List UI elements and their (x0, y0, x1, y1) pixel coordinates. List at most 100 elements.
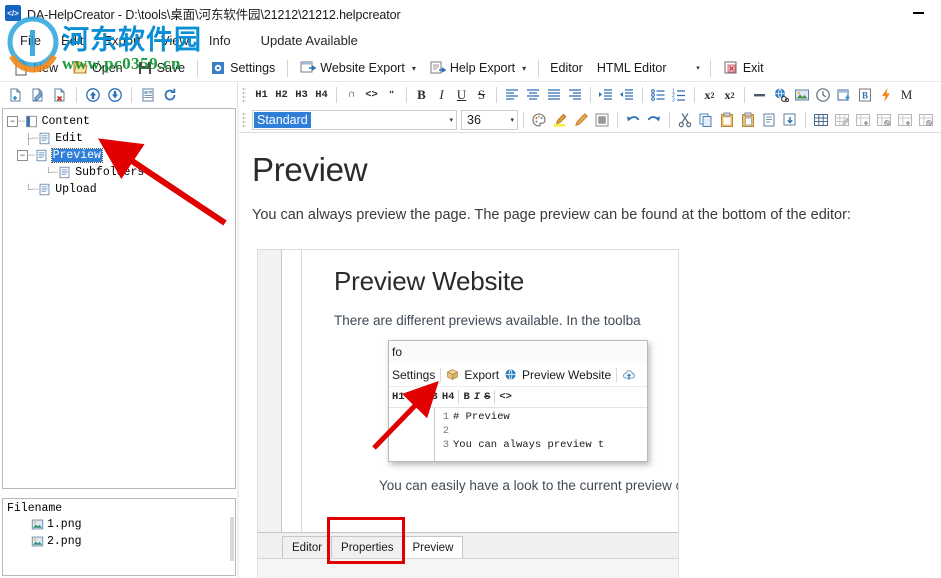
paste-icon[interactable] (717, 110, 737, 131)
fmt-sep-5 (642, 87, 643, 103)
tree-item-content[interactable]: − ┈ Content (3, 113, 235, 130)
paragraph-style-dropdown[interactable]: Standard ▾ (252, 110, 457, 130)
undo-icon[interactable] (623, 110, 643, 131)
tree-item-subfolders[interactable]: └┈ Subfolders (3, 164, 235, 181)
underline-button[interactable]: U (452, 85, 471, 106)
heading-2-button[interactable]: H2 (272, 85, 291, 106)
edit-table-icon[interactable] (832, 110, 852, 131)
strikethrough-button[interactable]: S (472, 85, 491, 106)
nested-menu-row: fo (389, 341, 647, 363)
paste-format-icon[interactable] (759, 110, 779, 131)
menu-info[interactable]: Info (199, 30, 241, 51)
insert-image-icon[interactable] (792, 85, 812, 106)
lightning-icon[interactable] (876, 85, 896, 106)
panel-splitter[interactable] (237, 108, 239, 578)
preview-content-area: Preview You can always preview the page.… (240, 133, 941, 578)
tab-editor[interactable]: Editor (282, 536, 333, 558)
new-page-icon[interactable] (6, 85, 26, 106)
tree-toolbar-sep-2 (131, 87, 132, 103)
indent-increase-icon[interactable] (596, 85, 616, 106)
save-button[interactable]: Save (130, 57, 193, 80)
toolbar-separator-3 (538, 59, 540, 77)
insert-table-icon[interactable] (811, 110, 831, 131)
paragraph-button[interactable]: ∩ (342, 85, 361, 106)
tree-expander[interactable]: − (17, 150, 28, 161)
menu-edit[interactable]: Edit (51, 30, 93, 51)
menu-export[interactable]: Export (93, 30, 151, 51)
fill-color-icon[interactable] (592, 110, 612, 131)
add-column-icon[interactable] (895, 110, 915, 131)
delete-row-icon[interactable] (874, 110, 894, 131)
file-list-item[interactable]: 2.png (3, 533, 235, 550)
font-size-dropdown[interactable]: 36 ▾ (461, 110, 518, 130)
tree-item-preview[interactable]: − ┈ Preview (3, 147, 235, 164)
tab-preview[interactable]: Preview (402, 536, 464, 558)
menu-bar: File Edit Export View Info Update Availa… (0, 26, 941, 54)
superscript-button[interactable]: x2 (700, 85, 719, 106)
align-center-icon[interactable] (523, 85, 543, 106)
tree-item-upload[interactable]: └┈ Upload (3, 181, 235, 198)
settings-button[interactable]: Settings (203, 57, 282, 80)
insert-box-icon[interactable] (834, 85, 854, 106)
heading-4-button[interactable]: H4 (312, 85, 331, 106)
indent-decrease-icon[interactable] (617, 85, 637, 106)
style-toolbar-grip[interactable] (242, 112, 246, 128)
italic-button[interactable]: I (432, 85, 451, 106)
bookmark-b-icon[interactable]: B (855, 85, 875, 106)
blockquote-button[interactable]: ❝ (382, 85, 401, 106)
delete-column-icon[interactable] (916, 110, 936, 131)
color-palette-icon[interactable] (529, 110, 549, 131)
highlighter-icon[interactable] (550, 110, 570, 131)
chevron-down-icon: ▾ (696, 65, 700, 72)
code-button[interactable]: <> (362, 85, 381, 106)
toolbar-grip[interactable] (242, 87, 246, 103)
import-icon[interactable] (780, 110, 800, 131)
edit-page-icon[interactable] (28, 85, 48, 106)
code-line-number: 3 (442, 439, 449, 451)
menu-view[interactable]: View (151, 30, 199, 51)
align-justify-icon[interactable] (544, 85, 564, 106)
refresh-icon[interactable] (160, 85, 180, 106)
website-export-button[interactable]: Website Export ▾ (293, 57, 423, 80)
new-button-label: New (33, 61, 59, 75)
tree-item-edit[interactable]: ├┈ Edit (3, 130, 235, 147)
exit-button[interactable]: Exit (716, 57, 771, 80)
minimize-button[interactable] (896, 0, 941, 26)
link-globe-icon[interactable] (771, 85, 791, 106)
redo-icon[interactable] (644, 110, 664, 131)
website-export-caret[interactable]: ▾ (412, 64, 416, 73)
toolbar-separator-1 (197, 59, 199, 77)
file-list-scrollbar[interactable] (230, 517, 234, 561)
open-button[interactable]: Open (65, 57, 130, 80)
marker-pen-icon[interactable] (571, 110, 591, 131)
more-tools-button[interactable]: M (897, 85, 916, 106)
horizontal-rule-icon[interactable] (750, 85, 770, 106)
heading-1-button[interactable]: H1 (252, 85, 271, 106)
align-left-icon[interactable] (502, 85, 522, 106)
move-up-icon[interactable] (83, 85, 103, 106)
code-line-number: 1 (442, 411, 449, 423)
add-row-icon[interactable] (853, 110, 873, 131)
help-export-caret[interactable]: ▾ (522, 64, 526, 73)
bullet-list-icon[interactable] (648, 85, 668, 106)
delete-page-icon[interactable] (50, 85, 70, 106)
bold-button[interactable]: B (412, 85, 431, 106)
align-right-icon[interactable] (565, 85, 585, 106)
subscript-button[interactable]: x2 (720, 85, 739, 106)
page-properties-icon[interactable] (138, 85, 158, 106)
file-list-item[interactable]: 1.png (3, 516, 235, 533)
insert-time-icon[interactable] (813, 85, 833, 106)
website-export-label: Website Export (320, 61, 405, 75)
tree-expander[interactable]: − (7, 116, 18, 127)
cut-icon[interactable] (675, 110, 695, 131)
menu-file[interactable]: File (10, 30, 51, 51)
new-button[interactable]: New (6, 57, 65, 80)
editor-type-dropdown[interactable]: HTML Editor ▾ (588, 57, 705, 79)
copy-icon[interactable] (696, 110, 716, 131)
menu-update-available[interactable]: Update Available (251, 30, 368, 51)
move-down-icon[interactable] (105, 85, 125, 106)
help-export-button[interactable]: Help Export ▾ (423, 57, 533, 80)
numbered-list-icon[interactable]: 123 (669, 85, 689, 106)
paste-plain-icon[interactable] (738, 110, 758, 131)
heading-3-button[interactable]: H3 (292, 85, 311, 106)
